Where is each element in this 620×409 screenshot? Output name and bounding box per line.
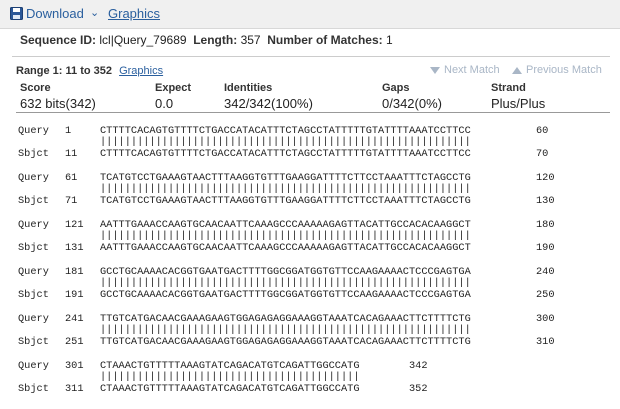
range-graphics-link[interactable]: Graphics <box>119 65 163 77</box>
next-match-button[interactable]: Next Match <box>430 64 500 76</box>
query-label: Query <box>18 313 49 325</box>
gaps-header: Gaps <box>382 82 410 94</box>
save-icon[interactable] <box>10 7 23 20</box>
subject-sequence: TTGTCATGACAACGAAAGAAGTGGAGAGAGGAAAGGTAAA… <box>100 336 471 348</box>
query-start: 301 <box>65 360 84 372</box>
sequence-info: Sequence ID: lcl|Query_79689 Length: 357… <box>20 33 393 47</box>
range-label: Range 1: 11 to 352 <box>16 65 112 77</box>
query-end: 60 <box>536 125 549 137</box>
range-header: Range 1: 11 to 352 Graphics <box>16 65 163 77</box>
subject-start: 131 <box>65 242 84 254</box>
query-label: Query <box>18 172 49 184</box>
query-start: 121 <box>65 219 84 231</box>
toolbar: Download ⌄ Graphics <box>0 0 620 29</box>
divider <box>12 56 610 57</box>
query-end: 240 <box>536 266 555 278</box>
subject-label: Sbjct <box>18 242 49 254</box>
score-value: 632 bits(342) <box>20 96 96 111</box>
expect-header: Expect <box>155 82 192 94</box>
subject-start: 191 <box>65 289 84 301</box>
subject-end: 70 <box>536 148 549 160</box>
sequence-id-label: Sequence ID: <box>20 33 97 47</box>
triangle-down-icon <box>430 66 440 74</box>
subject-sequence: TCATGTCCTGAAAGTAACTTTAAGGTGTTTGAAGGATTTT… <box>100 195 471 207</box>
query-label: Query <box>18 360 49 372</box>
alignment-block: Query 301 CTAAACTGTTTTTAAAGTATCAGACATGTCAG… <box>18 360 578 407</box>
divider <box>16 112 610 113</box>
query-end: 342 <box>409 360 428 372</box>
subject-sequence: GCCTGCAAAACACGGTGAATGACTTTTGGCGGATGGTGTT… <box>100 289 471 301</box>
previous-match-button[interactable]: Previous Match <box>512 64 602 76</box>
query-start: 1 <box>65 125 72 137</box>
query-start: 181 <box>65 266 84 278</box>
download-button[interactable]: Download <box>26 6 84 21</box>
strand-header: Strand <box>491 82 526 94</box>
alignment-block: Query 1 CTTTTCACAGTGTTTTCTGACCATACATTTCTAG… <box>18 125 578 172</box>
previous-match-label: Previous Match <box>526 64 602 76</box>
subject-sequence: CTTTTCACAGTGTTTTCTGACCATACATTTCTAGCCTATT… <box>100 148 471 160</box>
query-start: 241 <box>65 313 84 325</box>
query-start: 61 <box>65 172 78 184</box>
query-end: 300 <box>536 313 555 325</box>
identities-header: Identities <box>224 82 273 94</box>
subject-end: 250 <box>536 289 555 301</box>
identities-value: 342/342(100%) <box>224 96 313 111</box>
subject-label: Sbjct <box>18 195 49 207</box>
query-label: Query <box>18 219 49 231</box>
score-table: Score Expect Identities Gaps Strand 632 … <box>0 80 620 114</box>
sequence-id-value: lcl|Query_79689 <box>99 33 187 47</box>
query-end: 120 <box>536 172 555 184</box>
matches-value: 1 <box>385 33 393 47</box>
subject-sequence: AATTTGAAACCAAGTGCAACAATTCAAAGCCCAAAAAGAG… <box>100 242 471 254</box>
strand-value: Plus/Plus <box>491 96 546 111</box>
expect-value: 0.0 <box>155 96 174 111</box>
next-match-label: Next Match <box>444 64 500 76</box>
query-label: Query <box>18 125 49 137</box>
length-value: 357 <box>240 33 261 47</box>
alignment-block: Query 61 TCATGTCCTGAAAGTAACTTTAAGGTGTTTGAA… <box>18 172 578 219</box>
subject-end: 352 <box>409 383 428 395</box>
subject-label: Sbjct <box>18 336 49 348</box>
graphics-link[interactable]: Graphics <box>108 6 160 21</box>
subject-end: 130 <box>536 195 555 207</box>
query-label: Query <box>18 266 49 278</box>
subject-label: Sbjct <box>18 289 49 301</box>
subject-end: 190 <box>536 242 555 254</box>
subject-label: Sbjct <box>18 148 49 160</box>
length-label: Length: <box>193 33 238 47</box>
subject-start: 71 <box>65 195 78 207</box>
alignment: Query 1 CTTTTCACAGTGTTTTCTGACCATACATTTCTAG… <box>18 125 578 407</box>
chevron-down-icon[interactable]: ⌄ <box>90 6 99 19</box>
subject-sequence: CTAAACTGTTTTTAAAGTATCAGACATGTCAGATTGGCCA… <box>100 383 360 395</box>
subject-end: 310 <box>536 336 555 348</box>
triangle-up-icon <box>512 66 522 74</box>
subject-label: Sbjct <box>18 383 49 395</box>
alignment-block: Query 121 AATTTGAAACCAAGTGCAACAATTCAAAGCCC… <box>18 219 578 266</box>
subject-start: 11 <box>65 148 78 160</box>
query-end: 180 <box>536 219 555 231</box>
subject-start: 311 <box>65 383 84 395</box>
alignment-block: Query 181 GCCTGCAAAACACGGTGAATGACTTTTGGCGG… <box>18 266 578 313</box>
score-header: Score <box>20 82 51 94</box>
alignment-block: Query 241 TTGTCATGACAACGAAAGAAGTGGAGAGAGGA… <box>18 313 578 360</box>
subject-start: 251 <box>65 336 84 348</box>
gaps-value: 0/342(0%) <box>382 96 442 111</box>
matches-label: Number of Matches: <box>267 33 383 47</box>
